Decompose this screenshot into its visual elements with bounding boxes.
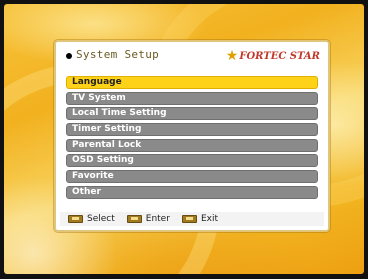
brand-name: FORTEC STAR: [239, 50, 320, 62]
settings-menu: Language TV System Local Time Setting Ti…: [66, 76, 318, 202]
tv-screen: System Setup ★ FORTEC STAR Language TV S…: [4, 4, 364, 274]
system-setup-panel: System Setup ★ FORTEC STAR Language TV S…: [54, 40, 330, 232]
menu-item-language[interactable]: Language: [66, 76, 318, 89]
star-icon: ★: [225, 48, 239, 64]
help-enter: Enter: [126, 214, 170, 224]
menu-item-parental-lock[interactable]: Parental Lock: [66, 138, 318, 152]
menu-item-tv-system[interactable]: TV System: [66, 91, 318, 105]
help-select: Select: [68, 214, 115, 224]
help-exit-label: Exit: [200, 214, 218, 224]
menu-item-osd-setting[interactable]: OSD Setting: [66, 154, 318, 168]
menu-item-local-time-setting[interactable]: Local Time Setting: [66, 107, 318, 121]
menu-item-timer-setting[interactable]: Timer Setting: [66, 123, 318, 137]
bullet-icon: [66, 53, 72, 59]
help-exit: Exit: [181, 214, 218, 224]
menu-item-other[interactable]: Other: [66, 185, 318, 199]
help-bar: Select Enter Exit: [60, 212, 324, 226]
menu-item-favorite[interactable]: Favorite: [66, 170, 318, 184]
brand-logo: ★ FORTEC STAR: [226, 48, 320, 64]
title-bar: System Setup ★ FORTEC STAR: [60, 46, 324, 66]
help-select-label: Select: [87, 214, 115, 224]
enter-key-icon: [126, 215, 142, 223]
help-enter-label: Enter: [145, 214, 170, 224]
page-title: System Setup: [76, 48, 160, 61]
exit-key-icon: [181, 215, 197, 223]
select-key-icon: [68, 215, 83, 223]
